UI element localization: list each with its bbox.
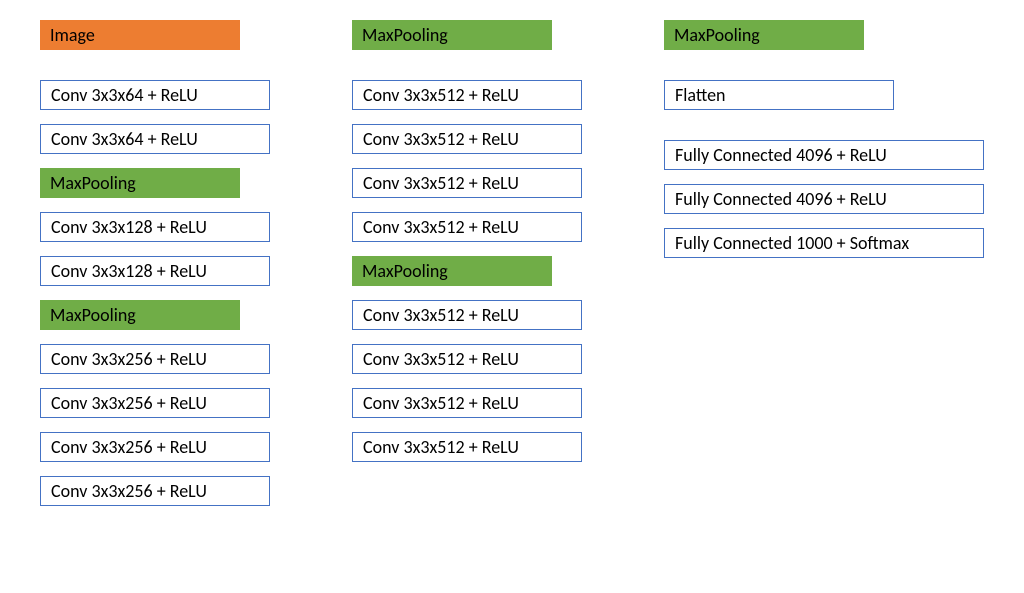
column-1: Image Conv 3x3x64 + ReLU Conv 3x3x64 + R… <box>40 20 292 506</box>
conv-block: Conv 3x3x256 + ReLU <box>40 476 270 506</box>
diagram-container: Image Conv 3x3x64 + ReLU Conv 3x3x64 + R… <box>40 20 984 506</box>
conv-block: Conv 3x3x256 + ReLU <box>40 432 270 462</box>
conv-block: Conv 3x3x512 + ReLU <box>352 300 582 330</box>
conv-block: Conv 3x3x512 + ReLU <box>352 80 582 110</box>
conv-block: Conv 3x3x256 + ReLU <box>40 388 270 418</box>
maxpool-block: MaxPooling <box>40 168 240 198</box>
maxpool-block: MaxPooling <box>352 20 552 50</box>
conv-block: Conv 3x3x128 + ReLU <box>40 212 270 242</box>
fully-connected-block: Fully Connected 4096 + ReLU <box>664 184 984 214</box>
fully-connected-block: Fully Connected 1000 + Softmax <box>664 228 984 258</box>
flatten-block: Flatten <box>664 80 894 110</box>
conv-block: Conv 3x3x64 + ReLU <box>40 80 270 110</box>
conv-block: Conv 3x3x512 + ReLU <box>352 344 582 374</box>
conv-block: Conv 3x3x512 + ReLU <box>352 212 582 242</box>
conv-block: Conv 3x3x128 + ReLU <box>40 256 270 286</box>
conv-block: Conv 3x3x512 + ReLU <box>352 168 582 198</box>
conv-block: Conv 3x3x512 + ReLU <box>352 388 582 418</box>
column-3: MaxPooling Flatten Fully Connected 4096 … <box>664 20 984 506</box>
maxpool-block: MaxPooling <box>40 300 240 330</box>
conv-block: Conv 3x3x512 + ReLU <box>352 124 582 154</box>
conv-block: Conv 3x3x512 + ReLU <box>352 432 582 462</box>
conv-block: Conv 3x3x256 + ReLU <box>40 344 270 374</box>
fully-connected-block: Fully Connected 4096 + ReLU <box>664 140 984 170</box>
column-2: MaxPooling Conv 3x3x512 + ReLU Conv 3x3x… <box>352 20 604 506</box>
conv-block: Conv 3x3x64 + ReLU <box>40 124 270 154</box>
maxpool-block: MaxPooling <box>352 256 552 286</box>
maxpool-block: MaxPooling <box>664 20 864 50</box>
image-input-block: Image <box>40 20 240 50</box>
